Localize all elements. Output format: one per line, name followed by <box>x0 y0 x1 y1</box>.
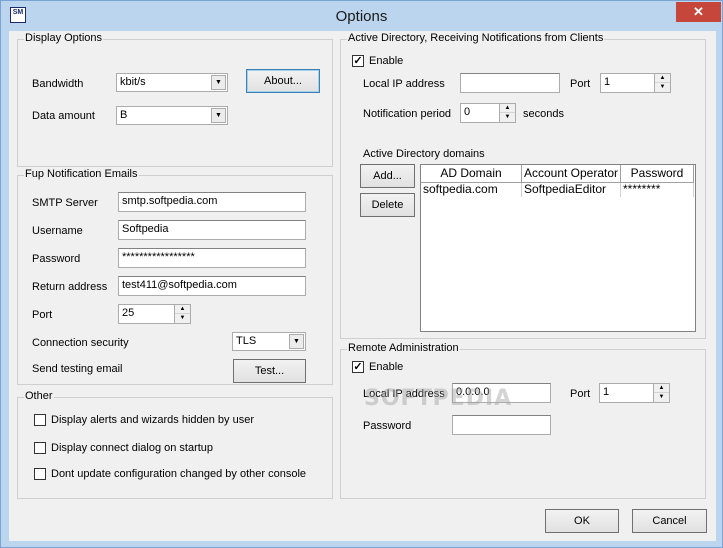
table-cell-domain: softpedia.com <box>421 183 522 197</box>
cancel-button[interactable]: Cancel <box>632 509 707 533</box>
spin-up-icon[interactable]: ▲ <box>175 305 190 314</box>
column-password[interactable]: Password <box>621 165 694 183</box>
group-title: Active Directory, Receiving Notification… <box>347 32 605 44</box>
connect-dialog-label[interactable]: Display connect dialog on startup <box>51 442 213 454</box>
remote-enable-checkbox[interactable]: ✓ <box>352 361 364 373</box>
data-amount-select[interactable]: B ▼ <box>116 106 228 125</box>
send-test-label: Send testing email <box>32 363 123 375</box>
smtp-server-input[interactable]: smtp.softpedia.com <box>118 192 306 212</box>
spin-buttons[interactable]: ▲ ▼ <box>654 74 670 92</box>
port-label: Port <box>32 309 53 321</box>
connect-dialog-checkbox[interactable] <box>34 442 46 454</box>
display-alerts-label[interactable]: Display alerts and wizards hidden by use… <box>51 414 254 426</box>
spin-buttons[interactable]: ▲ ▼ <box>653 384 669 402</box>
notification-period-value: 0 <box>464 106 471 118</box>
return-address-input[interactable]: test411@softpedia.com <box>118 276 306 296</box>
connection-security-select[interactable]: TLS ▼ <box>232 332 306 351</box>
spin-buttons[interactable]: ▲ ▼ <box>499 104 515 122</box>
notification-period-label: Notification period <box>363 108 452 120</box>
spin-up-icon[interactable]: ▲ <box>500 104 515 113</box>
active-directory-group: Active Directory, Receiving Notification… <box>340 32 706 339</box>
table-row[interactable]: softpedia.com SoftpediaEditor ******** <box>421 183 694 197</box>
smtp-server-label: SMTP Server <box>32 197 98 209</box>
group-title: Remote Administration <box>347 342 460 354</box>
group-title: Display Options <box>24 32 104 44</box>
ad-local-ip-label: Local IP address <box>363 78 445 90</box>
spin-up-icon[interactable]: ▲ <box>655 74 670 83</box>
other-group: Other Display alerts and wizards hidden … <box>17 390 333 499</box>
spin-down-icon[interactable]: ▼ <box>500 113 515 122</box>
spin-down-icon[interactable]: ▼ <box>655 83 670 92</box>
column-account-operator[interactable]: Account Operator <box>522 165 621 183</box>
connection-security-value: TLS <box>236 335 257 347</box>
ad-enable-label[interactable]: Enable <box>369 55 403 67</box>
password-label: Password <box>32 253 81 265</box>
seconds-label: seconds <box>523 108 564 120</box>
bandwidth-label: Bandwidth <box>32 78 84 90</box>
table-cell-operator: SoftpediaEditor <box>522 183 621 197</box>
ad-domains-table[interactable]: AD Domain Account Operator Password soft… <box>420 164 696 332</box>
close-button[interactable]: ✕ <box>676 2 721 22</box>
spin-up-icon[interactable]: ▲ <box>654 384 669 393</box>
ad-port-label: Port <box>570 78 591 90</box>
remote-password-input[interactable] <box>452 415 551 435</box>
spin-down-icon[interactable]: ▼ <box>175 314 190 323</box>
fup-notification-group: Fup Notification Emails SMTP Server smtp… <box>17 168 333 385</box>
remote-port-label: Port <box>570 388 591 400</box>
title-bar[interactable]: SM Options ✕ <box>1 1 722 31</box>
spin-down-icon[interactable]: ▼ <box>654 393 669 402</box>
display-options-group: Display Options Bandwidth kbit/s ▼ Data … <box>17 32 333 167</box>
ad-port-value: 1 <box>604 76 611 88</box>
username-input[interactable]: Softpedia <box>118 220 306 240</box>
remote-password-label: Password <box>363 420 412 432</box>
table-header: AD Domain Account Operator Password <box>421 165 694 183</box>
group-title: Fup Notification Emails <box>24 168 139 180</box>
chevron-down-icon[interactable]: ▼ <box>289 334 304 349</box>
display-alerts-checkbox[interactable] <box>34 414 46 426</box>
ad-domains-label: Active Directory domains <box>363 148 485 160</box>
add-domain-button[interactable]: Add... <box>360 164 415 188</box>
dialog-body: Display Options Bandwidth kbit/s ▼ Data … <box>9 31 716 541</box>
bandwidth-select[interactable]: kbit/s ▼ <box>116 73 228 92</box>
notification-period-stepper[interactable]: 0 ▲ ▼ <box>460 103 516 123</box>
remote-port-stepper[interactable]: 1 ▲ ▼ <box>599 383 670 403</box>
remote-enable-label[interactable]: Enable <box>369 361 403 373</box>
remote-admin-group: Remote Administration ✓ Enable Local IP … <box>340 342 706 499</box>
port-value: 25 <box>122 307 135 319</box>
username-label: Username <box>32 225 83 237</box>
spin-buttons[interactable]: ▲ ▼ <box>174 305 190 323</box>
connection-security-label: Connection security <box>32 337 129 349</box>
data-amount-label: Data amount <box>32 110 95 122</box>
window-title: Options <box>335 8 388 25</box>
ad-local-ip-input[interactable] <box>460 73 560 93</box>
dont-update-label[interactable]: Dont update configuration changed by oth… <box>51 468 306 480</box>
ad-enable-checkbox[interactable]: ✓ <box>352 55 364 67</box>
table-cell-password: ******** <box>621 183 694 197</box>
ad-port-stepper[interactable]: 1 ▲ ▼ <box>600 73 671 93</box>
chevron-down-icon[interactable]: ▼ <box>211 75 226 90</box>
return-address-label: Return address <box>32 281 108 293</box>
ok-button[interactable]: OK <box>545 509 619 533</box>
options-window: SM Options ✕ Display Options Bandwidth k… <box>0 0 723 548</box>
chevron-down-icon[interactable]: ▼ <box>211 108 226 123</box>
column-ad-domain[interactable]: AD Domain <box>421 165 522 183</box>
about-button[interactable]: About... <box>246 69 320 93</box>
test-button[interactable]: Test... <box>233 359 306 383</box>
data-amount-value: B <box>120 109 128 121</box>
delete-domain-button[interactable]: Delete <box>360 193 415 217</box>
password-input[interactable]: ***************** <box>118 248 306 268</box>
port-stepper[interactable]: 25 ▲ ▼ <box>118 304 191 324</box>
group-title: Other <box>24 390 54 402</box>
remote-port-value: 1 <box>603 386 610 398</box>
dont-update-checkbox[interactable] <box>34 468 46 480</box>
bandwidth-value: kbit/s <box>120 76 146 88</box>
watermark: SOFTPEDIA <box>364 386 513 411</box>
